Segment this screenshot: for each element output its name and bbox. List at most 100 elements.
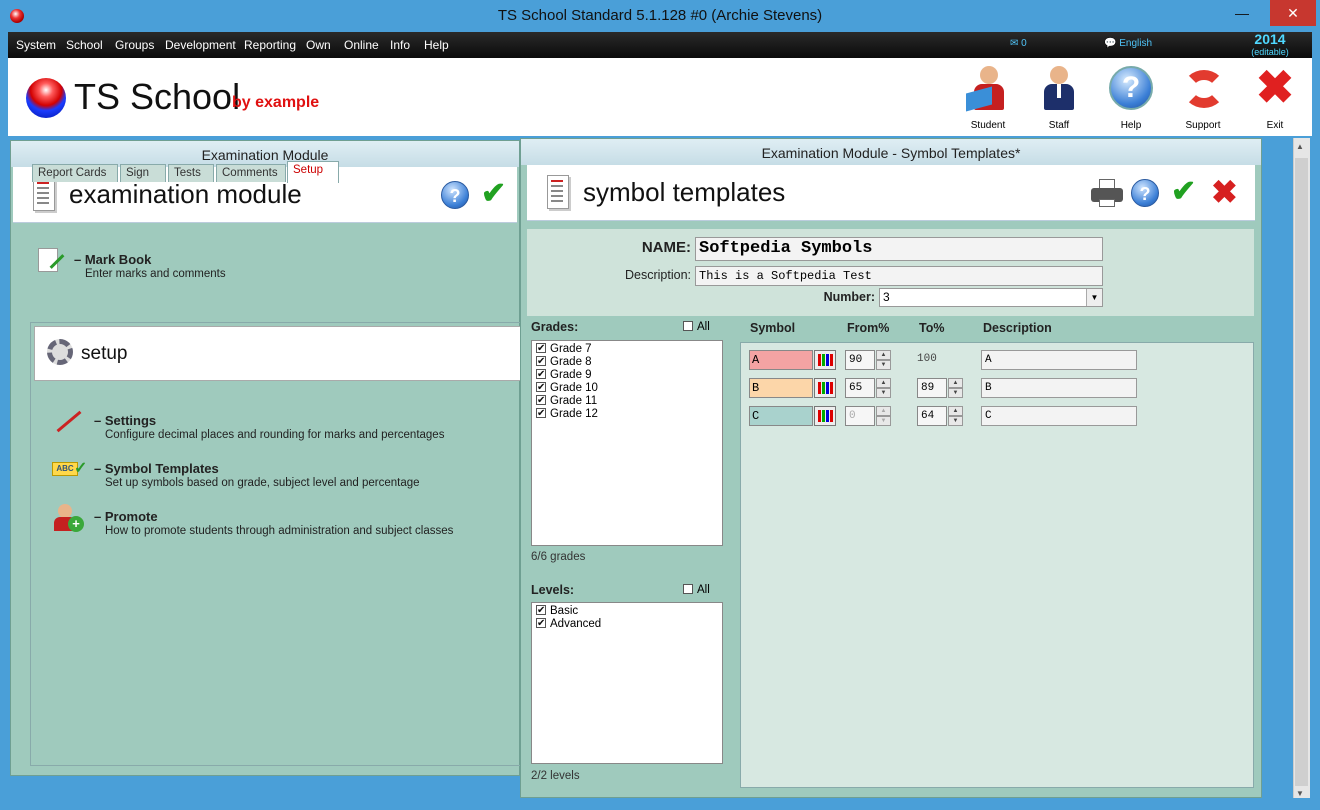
mail-indicator[interactable]: ✉ 0	[1010, 38, 1027, 49]
menu-info[interactable]: Info	[390, 38, 410, 52]
description-cell[interactable]: A	[981, 350, 1137, 370]
symbol-input[interactable]: A	[749, 350, 813, 370]
scroll-down-icon[interactable]: ▼	[1296, 789, 1304, 798]
template-form: NAME: Softpedia Symbols Description: Thi…	[527, 229, 1254, 316]
help-question-icon-2[interactable]: ?	[1131, 179, 1159, 207]
list-item[interactable]: Basic	[536, 605, 578, 617]
language-selector[interactable]: 💬 English	[1104, 38, 1152, 49]
levels-all-label: All	[697, 584, 710, 596]
name-input[interactable]: Softpedia Symbols	[695, 237, 1103, 261]
symbol-input[interactable]: B	[749, 378, 813, 398]
spin-down-icon[interactable]: ▼	[876, 360, 891, 370]
number-select[interactable]: 3 ▼	[879, 288, 1103, 307]
number-value: 3	[883, 290, 890, 304]
spin-up-icon[interactable]: ▲	[948, 406, 963, 416]
description-cell[interactable]: B	[981, 378, 1137, 398]
to-value[interactable]: 89	[917, 378, 947, 398]
save-check-icon[interactable]: ✔	[1171, 177, 1196, 207]
color-picker-button[interactable]	[814, 378, 836, 398]
exit-x-icon: ✖	[1255, 61, 1295, 113]
column-header-symbol: Symbol	[750, 321, 796, 335]
from-stepper-disabled: 0 ▲ ▼	[845, 406, 891, 426]
spin-down-icon[interactable]: ▼	[876, 388, 891, 398]
symbol-templates-link[interactable]: – Symbol Templates	[94, 461, 219, 476]
printer-icon[interactable]	[1091, 179, 1123, 207]
symbol-templates-desc: Set up symbols based on grade, subject l…	[105, 477, 420, 489]
to-value[interactable]: 64	[917, 406, 947, 426]
app-icon[interactable]	[10, 9, 24, 23]
from-stepper[interactable]: 65 ▲ ▼	[845, 378, 891, 398]
from-value[interactable]: 65	[845, 378, 875, 398]
menu-online[interactable]: Online	[344, 38, 379, 52]
color-picker-button[interactable]	[814, 350, 836, 370]
screwdriver-icon	[52, 408, 86, 434]
staff-button[interactable]: Staff	[1029, 64, 1089, 131]
levels-list[interactable]: Basic Advanced	[531, 602, 723, 764]
help-button[interactable]: ? Help	[1101, 64, 1161, 131]
checkbox-checked-icon	[536, 356, 546, 366]
chat-bubble-icon: 💬	[1104, 38, 1117, 49]
description-cell[interactable]: C	[981, 406, 1137, 426]
settings-link[interactable]: – Settings	[94, 413, 156, 428]
spin-down-icon[interactable]: ▼	[948, 388, 963, 398]
grades-all-checkbox[interactable]: All	[683, 321, 710, 333]
symbol-input[interactable]: C	[749, 406, 813, 426]
menu-help[interactable]: Help	[424, 38, 449, 52]
cancel-x-icon[interactable]: ✖	[1211, 176, 1238, 208]
levels-all-checkbox[interactable]: All	[683, 584, 710, 596]
mark-book-link[interactable]: – Mark Book	[74, 252, 151, 267]
from-value[interactable]: 90	[845, 350, 875, 370]
grades-list[interactable]: Grade 7 Grade 8 Grade 9 Grade 10 Grade 1…	[531, 340, 723, 546]
symbol-templates-title: Symbol Templates	[104, 461, 219, 476]
help-question-icon[interactable]: ?	[441, 181, 469, 209]
list-item[interactable]: Grade 7	[536, 343, 592, 355]
from-stepper[interactable]: 90 ▲ ▼	[845, 350, 891, 370]
support-button[interactable]: Support	[1173, 64, 1233, 131]
list-item[interactable]: Grade 9	[536, 369, 592, 381]
list-item[interactable]: Grade 10	[536, 382, 598, 394]
description-input[interactable]: This is a Softpedia Test	[695, 266, 1103, 286]
exit-button[interactable]: ✖ Exit	[1245, 61, 1305, 131]
staff-label: Staff	[1048, 120, 1070, 131]
spin-down-icon[interactable]: ▼	[948, 416, 963, 426]
levels-count: 2/2 levels	[531, 770, 580, 782]
chevron-down-icon[interactable]: ▼	[1086, 289, 1102, 306]
list-item[interactable]: Advanced	[536, 618, 601, 630]
scroll-up-icon[interactable]: ▲	[1296, 142, 1304, 151]
color-picker-button[interactable]	[814, 406, 836, 426]
tab-tests[interactable]: Tests	[168, 164, 214, 182]
spin-up-icon[interactable]: ▲	[876, 378, 891, 388]
grades-count: 6/6 grades	[531, 551, 586, 563]
promote-link[interactable]: – Promote	[94, 509, 158, 524]
tab-setup[interactable]: Setup	[287, 161, 339, 183]
close-window-button[interactable]: ✕	[1270, 0, 1316, 26]
mail-icon: ✉	[1010, 38, 1019, 49]
menu-groups[interactable]: Groups	[115, 38, 154, 52]
list-item-label: Grade 12	[550, 408, 598, 420]
menu-development[interactable]: Development	[165, 38, 236, 52]
checkbox-checked-icon	[536, 408, 546, 418]
list-item-label: Advanced	[550, 618, 602, 630]
list-item[interactable]: Grade 12	[536, 408, 598, 420]
list-item[interactable]: Grade 11	[536, 395, 597, 407]
student-button[interactable]: Student	[958, 64, 1018, 131]
menu-own[interactable]: Own	[306, 38, 331, 52]
year-badge[interactable]: 2014 (editable)	[1248, 32, 1292, 59]
checkbox-icon	[683, 584, 693, 594]
minimize-button[interactable]: —	[1222, 0, 1262, 26]
spin-up-icon[interactable]: ▲	[948, 378, 963, 388]
tab-sign[interactable]: Sign	[120, 164, 166, 182]
spin-up-icon[interactable]: ▲	[876, 350, 891, 360]
tab-comments[interactable]: Comments	[216, 164, 286, 182]
confirm-check-icon[interactable]: ✔	[481, 179, 506, 209]
to-stepper[interactable]: 89 ▲ ▼	[917, 378, 963, 398]
menu-school[interactable]: School	[66, 38, 103, 52]
mark-book-icon	[36, 246, 66, 276]
list-item[interactable]: Grade 8	[536, 356, 592, 368]
menu-system[interactable]: System	[16, 38, 56, 52]
to-stepper[interactable]: 64 ▲ ▼	[917, 406, 963, 426]
column-header-description: Description	[983, 321, 1052, 335]
tab-report-cards[interactable]: Report Cards	[32, 164, 118, 182]
menu-reporting[interactable]: Reporting	[244, 38, 296, 52]
scrollbar-thumb[interactable]	[1295, 158, 1308, 786]
